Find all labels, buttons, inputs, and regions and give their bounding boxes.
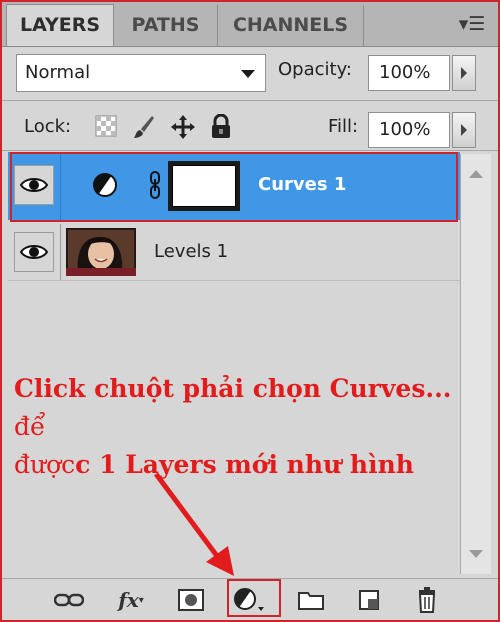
annotation-part: để <box>14 412 46 441</box>
divider <box>60 224 61 280</box>
delete-layer-button[interactable] <box>410 585 444 615</box>
blend-mode-value: Normal <box>25 62 91 83</box>
lock-label: Lock: <box>24 116 72 137</box>
lock-transparent-icon[interactable] <box>94 114 118 140</box>
new-layer-icon <box>359 590 379 610</box>
divider <box>2 100 498 101</box>
blend-row: Normal Opacity: 100% <box>2 47 498 99</box>
lock-row: Lock: Fill: 100% <box>2 102 498 154</box>
layers-panel: LAYERS PATHS CHANNELS ▾☰ Normal Opacity:… <box>0 0 500 622</box>
new-group-icon <box>298 592 324 610</box>
panel-menu-icon[interactable]: ▾☰ <box>454 10 490 38</box>
fx-icon: fx <box>118 588 139 612</box>
layer-row-levels[interactable]: Levels 1 <box>8 224 460 281</box>
opacity-slider-button[interactable] <box>452 55 476 91</box>
fill-field[interactable]: 100% <box>368 112 450 148</box>
divider <box>2 150 498 151</box>
eye-icon <box>19 245 49 259</box>
fill-slider-button[interactable] <box>452 112 476 148</box>
scroll-down-icon[interactable] <box>469 550 483 558</box>
highlight-box <box>227 579 281 617</box>
lock-brush-icon[interactable] <box>132 114 156 140</box>
link-layers-button[interactable] <box>52 585 86 615</box>
new-group-button[interactable] <box>294 585 328 615</box>
arrow-icon <box>153 472 234 576</box>
tab-channels[interactable]: CHANNELS <box>218 5 364 46</box>
opacity-label: Opacity: <box>278 59 352 80</box>
tab-layers[interactable]: LAYERS <box>6 4 114 46</box>
add-mask-button[interactable] <box>174 585 208 615</box>
blend-mode-select[interactable]: Normal <box>16 54 266 92</box>
scrollbar[interactable] <box>460 154 491 574</box>
layer-thumbnail[interactable] <box>66 228 136 276</box>
lock-move-icon[interactable] <box>170 114 195 140</box>
visibility-toggle[interactable] <box>14 232 54 272</box>
link-icon <box>54 593 84 607</box>
tab-paths[interactable]: PATHS <box>114 5 218 46</box>
add-mask-icon <box>178 589 204 611</box>
lock-all-icon[interactable] <box>210 113 234 140</box>
annotation-part: Click chuột phải chọn Curves... <box>14 374 452 403</box>
layer-name[interactable]: Levels 1 <box>154 241 228 262</box>
scroll-up-icon[interactable] <box>469 170 483 178</box>
fill-label: Fill: <box>328 116 359 137</box>
new-layer-button[interactable] <box>352 585 386 615</box>
tab-bar: LAYERS PATHS CHANNELS ▾☰ <box>2 2 498 47</box>
layer-style-button[interactable]: fx ▾ <box>114 585 148 615</box>
opacity-field[interactable]: 100% <box>368 55 450 91</box>
annotation-part: được <box>14 450 76 479</box>
highlight-box <box>10 152 458 222</box>
chevron-down-icon <box>241 70 255 78</box>
delete-icon <box>418 587 436 613</box>
chevron-down-icon: ▾ <box>138 594 144 606</box>
